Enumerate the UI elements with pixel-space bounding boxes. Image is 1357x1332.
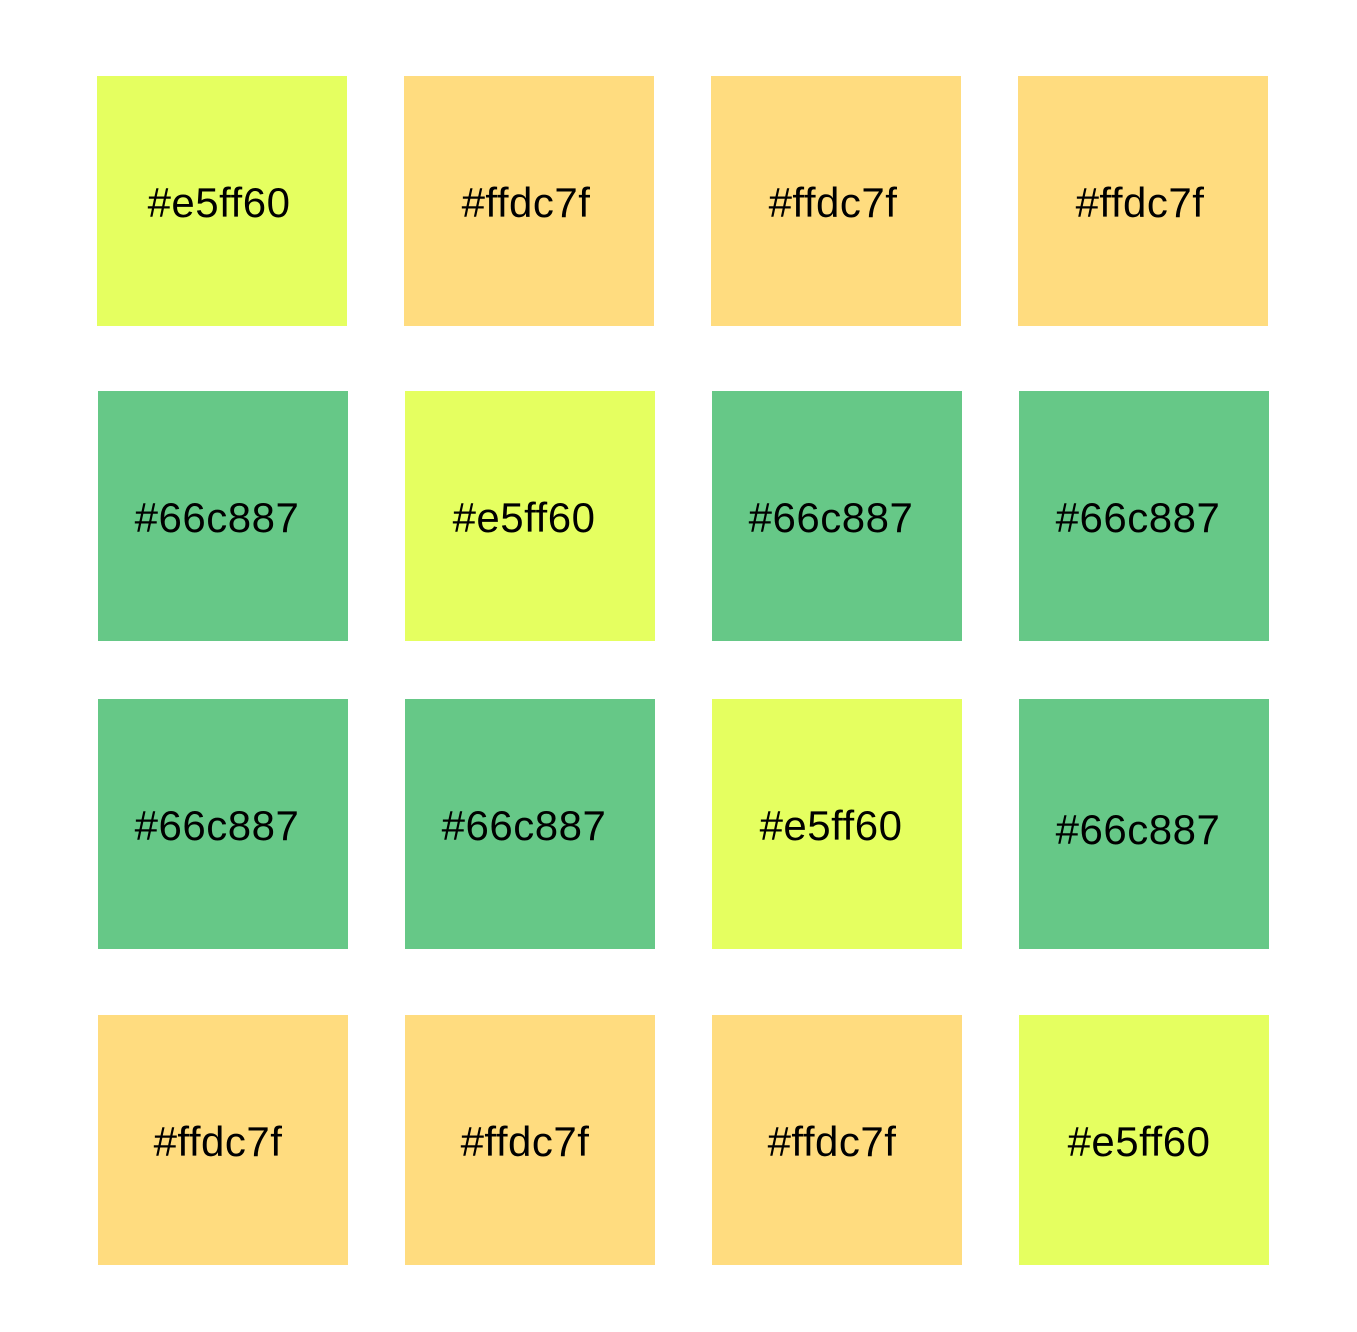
swatch-hex-label: #66c887: [1055, 806, 1221, 853]
color-swatch: #ffdc7f: [404, 76, 654, 326]
color-swatch: #66c887: [405, 699, 655, 949]
swatch-hex-label: #e5ff60: [452, 494, 596, 541]
color-swatch: #e5ff60: [97, 76, 347, 326]
color-swatch: #66c887: [98, 699, 348, 949]
swatch-hex-label: #66c887: [134, 802, 300, 849]
color-swatch-grid: #e5ff60 #ffdc7f #ffdc7f #ffdc7f #66c887 …: [0, 0, 1357, 1332]
swatch-hex-label: #ffdc7f: [461, 179, 591, 226]
color-swatch: #ffdc7f: [712, 1015, 962, 1265]
color-swatch: #66c887: [98, 391, 348, 641]
swatch-hex-label: #e5ff60: [759, 802, 903, 849]
color-swatch: #66c887: [712, 391, 962, 641]
swatch-hex-label: #66c887: [748, 494, 914, 541]
swatch-hex-label: #ffdc7f: [153, 1118, 283, 1165]
color-swatch: #e5ff60: [712, 699, 962, 949]
swatch-hex-label: #ffdc7f: [767, 1118, 897, 1165]
swatch-hex-label: #ffdc7f: [768, 179, 898, 226]
swatch-hex-label: #66c887: [441, 802, 607, 849]
swatch-hex-label: #e5ff60: [147, 179, 291, 226]
color-swatch: #ffdc7f: [1018, 76, 1268, 326]
color-swatch: #ffdc7f: [711, 76, 961, 326]
color-swatch: #e5ff60: [405, 391, 655, 641]
color-swatch: #ffdc7f: [98, 1015, 348, 1265]
swatch-hex-label: #66c887: [134, 494, 300, 541]
swatch-hex-label: #66c887: [1055, 494, 1221, 541]
color-swatch: #66c887: [1019, 391, 1269, 641]
color-swatch: #ffdc7f: [405, 1015, 655, 1265]
swatch-hex-label: #e5ff60: [1067, 1118, 1211, 1165]
swatch-hex-label: #ffdc7f: [1075, 179, 1205, 226]
swatch-hex-label: #ffdc7f: [460, 1118, 590, 1165]
color-swatch: #e5ff60: [1019, 1015, 1269, 1265]
color-swatch: #66c887: [1019, 699, 1269, 949]
